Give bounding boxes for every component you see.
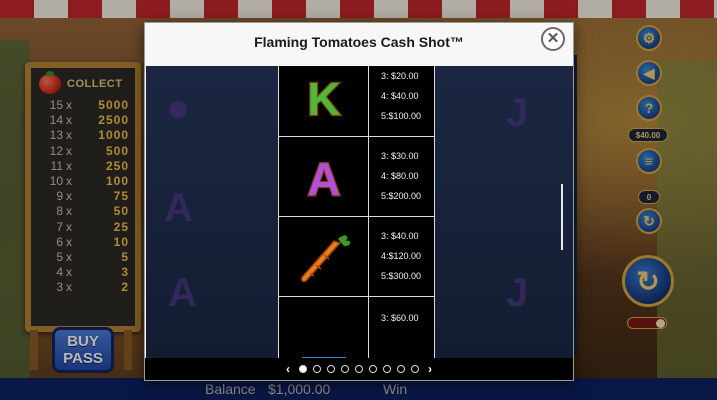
page-dot[interactable] [355, 365, 363, 373]
paytable-symbol-cell: A [279, 137, 369, 216]
paytable-symbol-cell: K [279, 66, 369, 136]
faded-reel-symbol: J [506, 91, 529, 135]
page-dots [299, 365, 419, 373]
modal-title: Flaming Tomatoes Cash Shot™ [254, 34, 464, 50]
payout-line: 4: $40.00 [381, 91, 419, 101]
payout-line: 3: $60.00 [381, 313, 419, 323]
paytable-symbol-cell [279, 297, 369, 359]
next-page-arrow[interactable]: › [425, 362, 435, 376]
letter-a-icon: A [306, 151, 342, 206]
page-dot[interactable] [327, 365, 335, 373]
paytable-row: 3: $60.00 [279, 296, 434, 359]
payout-line: 5:$300.00 [381, 271, 422, 281]
paytable-modal: Flaming Tomatoes Cash Shot™ ✕ ● A A J J … [144, 22, 574, 381]
page-dot[interactable] [411, 365, 419, 373]
faded-reel-symbol: J [506, 271, 529, 315]
paytable-payouts: 3: $30.00 4: $80.00 5:$200.00 [369, 137, 434, 216]
letter-k-icon: K [306, 71, 342, 126]
scrollbar-thumb[interactable] [561, 184, 563, 250]
paytable-pane[interactable]: ● A A J J K 3: $20.00 4: $40.00 5:$100.00 A 3… [146, 66, 573, 359]
paytable-payouts: 3: $60.00 [369, 297, 434, 359]
paytable-payouts: 3: $40.00 4:$120.00 5:$300.00 [369, 217, 434, 296]
paytable-symbol-cell [279, 217, 369, 296]
paytable-row: K 3: $20.00 4: $40.00 5:$100.00 [279, 66, 434, 136]
paytable-row: 3: $40.00 4:$120.00 5:$300.00 [279, 216, 434, 296]
prev-page-arrow[interactable]: ‹ [283, 362, 293, 376]
payout-line: 5:$200.00 [381, 191, 422, 201]
carrot-icon [300, 234, 350, 282]
corn-icon [301, 356, 346, 359]
faded-reel-symbol: ● [166, 86, 191, 130]
page-dot[interactable] [369, 365, 377, 373]
page-dot[interactable] [299, 365, 307, 373]
payout-line: 3: $30.00 [381, 151, 419, 161]
payout-line: 3: $40.00 [381, 231, 419, 241]
paytable-payouts: 3: $20.00 4: $40.00 5:$100.00 [369, 66, 434, 136]
svg-text:K: K [307, 73, 340, 125]
paytable-table: K 3: $20.00 4: $40.00 5:$100.00 A 3: $30.00 4:… [278, 66, 435, 359]
page-dot[interactable] [313, 365, 321, 373]
payout-line: 4:$120.00 [381, 251, 422, 261]
page-dot[interactable] [341, 365, 349, 373]
payout-line: 4: $80.00 [381, 171, 419, 181]
page-indicator: ‹ › [145, 358, 573, 380]
svg-text:A: A [307, 153, 340, 205]
close-button[interactable]: ✕ [541, 27, 565, 51]
faded-reel-symbol: A [164, 186, 193, 230]
payout-line: 3: $20.00 [381, 71, 419, 81]
page-dot[interactable] [397, 365, 405, 373]
paytable-row: A 3: $30.00 4: $80.00 5:$200.00 [279, 136, 434, 216]
payout-line: 5:$100.00 [381, 111, 422, 121]
faded-reel-symbol: A [168, 271, 197, 315]
page-dot[interactable] [383, 365, 391, 373]
close-icon: ✕ [546, 30, 560, 47]
